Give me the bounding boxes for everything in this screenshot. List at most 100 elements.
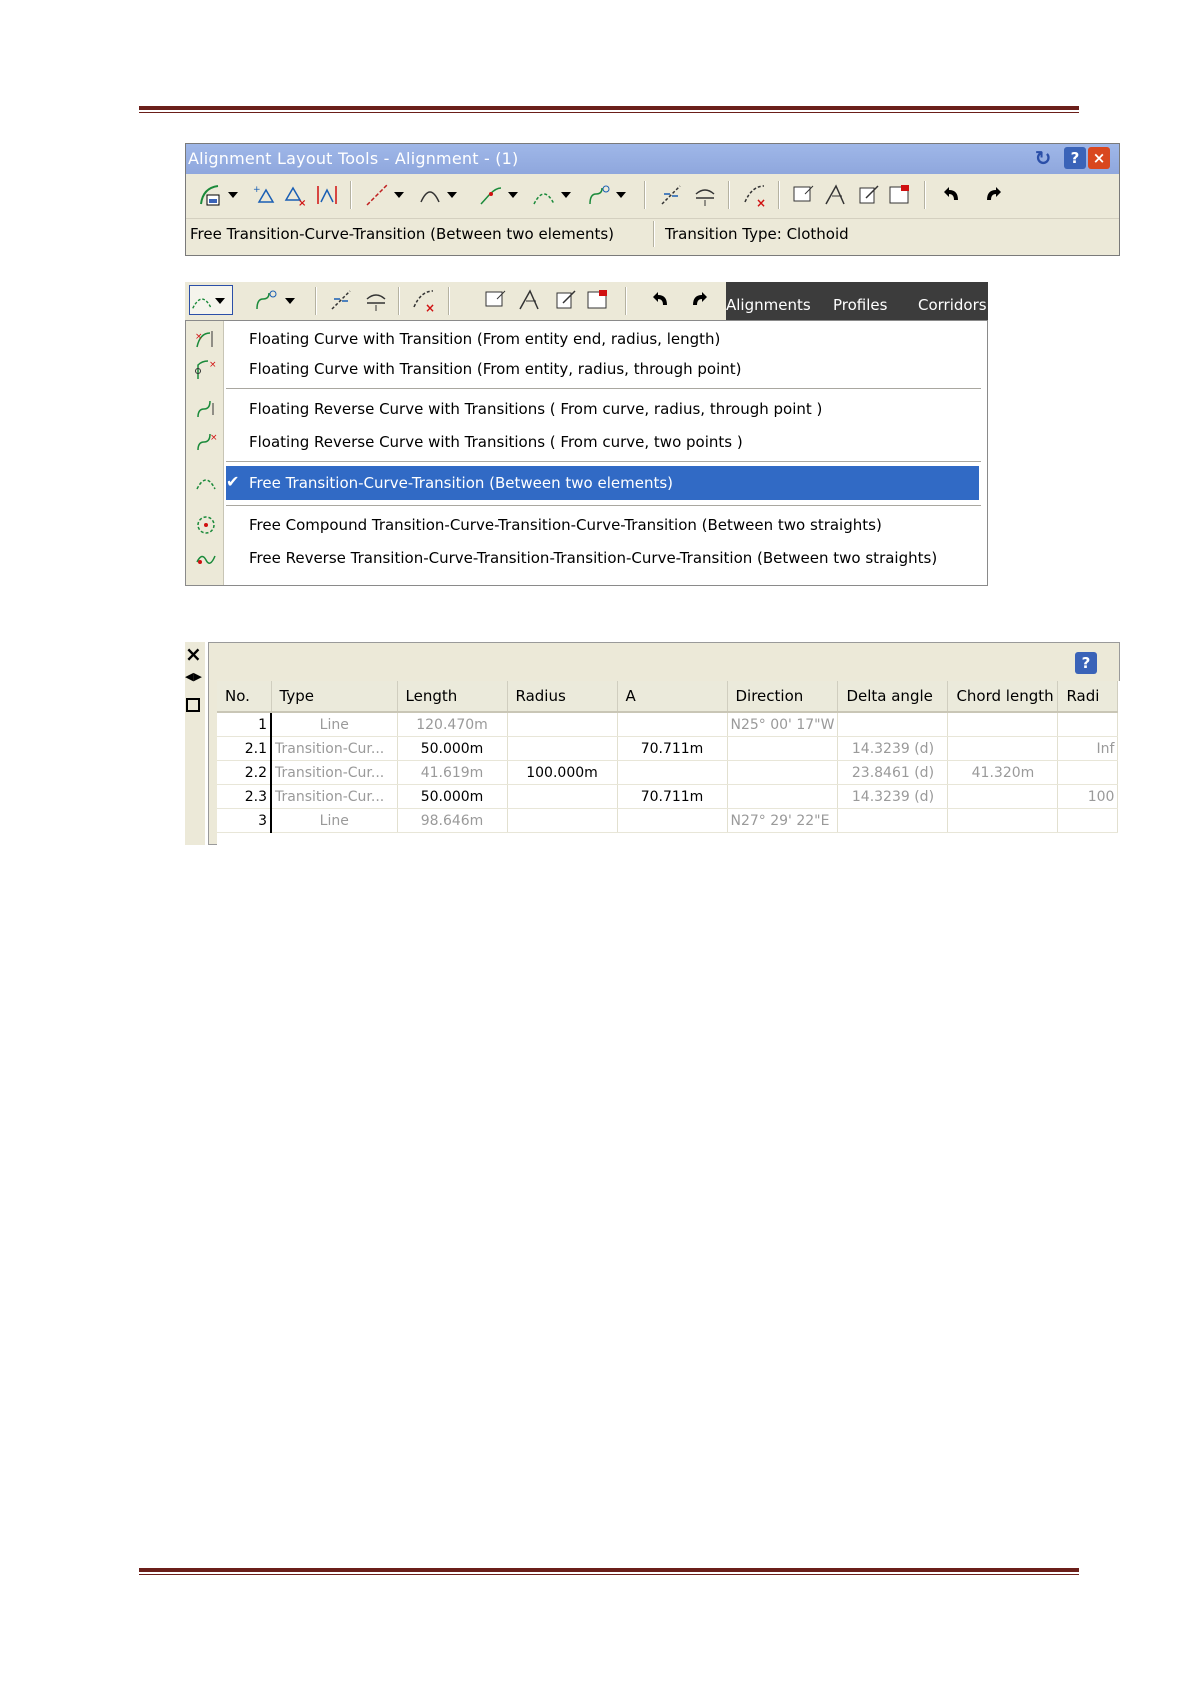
redo-icon[interactable] [685, 287, 711, 313]
convert-icon[interactable] [658, 182, 684, 208]
help-button[interactable]: ? [1064, 147, 1086, 169]
cell-radius[interactable] [507, 712, 618, 737]
reverse-curve-icon[interactable] [253, 287, 279, 313]
cell-radius-2[interactable]: 100 [1057, 784, 1119, 809]
cell-delta-angle[interactable] [837, 808, 949, 833]
cell-direction[interactable]: N27° 29' 22"E [727, 808, 839, 833]
col-type[interactable]: Type [271, 681, 398, 713]
cell-chord-length[interactable]: 41.320m [947, 760, 1059, 785]
chevron-down-icon[interactable] [394, 192, 404, 198]
cell-direction[interactable] [727, 736, 839, 761]
curve-icon[interactable] [417, 182, 443, 208]
cell-radius[interactable] [507, 784, 618, 809]
close-icon[interactable]: × [185, 642, 202, 666]
line-curve-icon[interactable] [478, 182, 504, 208]
alignment-properties-icon[interactable] [198, 182, 224, 208]
table-row[interactable]: 1 Line 120.470m N25° 00' 17"W [217, 712, 1119, 737]
reverse-subentity-icon[interactable] [363, 287, 389, 313]
col-length[interactable]: Length [397, 681, 508, 713]
table-row[interactable]: 2.2 Transition-Cur... 41.619m 100.000m 2… [217, 760, 1119, 785]
alignment-grid-view-icon[interactable] [887, 182, 913, 208]
cell-direction[interactable]: N25° 00' 17"W [727, 712, 839, 737]
cell-length[interactable]: 50.000m [397, 784, 508, 809]
cell-radius-2[interactable]: Inf [1057, 736, 1119, 761]
undo-icon[interactable] [649, 287, 675, 313]
chevron-down-icon[interactable] [285, 298, 295, 304]
delete-pi-icon[interactable]: × [282, 182, 308, 209]
cell-radius-2[interactable] [1057, 760, 1119, 785]
table-row[interactable]: 3 Line 98.646m N27° 29' 22"E [217, 808, 1119, 833]
cell-direction[interactable] [727, 760, 839, 785]
col-direction[interactable]: Direction [727, 681, 839, 713]
cell-length[interactable]: 50.000m [397, 736, 508, 761]
cell-length[interactable]: 98.646m [397, 808, 508, 833]
cell-a[interactable] [617, 712, 728, 737]
delete-subentity-icon[interactable]: × [411, 287, 437, 315]
title-bar[interactable]: Alignment Layout Tools - Alignment - (1)… [186, 144, 1119, 174]
cell-delta-angle[interactable] [837, 712, 949, 737]
col-radius-2[interactable]: Radi [1057, 681, 1119, 713]
table-row[interactable]: 2.3 Transition-Cur... 50.000m 70.711m 14… [217, 784, 1119, 809]
break-apart-pi-icon[interactable] [314, 182, 340, 208]
chevron-down-icon[interactable] [508, 192, 518, 198]
menu-item-floating-reverse-radius-point[interactable]: Floating Reverse Curve with Transitions … [186, 394, 987, 424]
col-a[interactable]: A [617, 681, 728, 713]
refresh-icon[interactable]: ↻ [1032, 147, 1054, 169]
edit-best-fit-icon[interactable] [791, 182, 817, 208]
help-button[interactable]: ? [1075, 652, 1097, 674]
tab-corridors[interactable]: Corridors [918, 296, 987, 314]
reverse-curve-icon[interactable] [586, 182, 612, 208]
convert-icon[interactable] [328, 287, 354, 313]
cell-radius[interactable]: 100.000m [507, 760, 618, 785]
edit-best-fit-icon[interactable] [483, 287, 509, 313]
cell-a[interactable]: 70.711m [617, 784, 728, 809]
undo-icon[interactable] [940, 182, 966, 208]
auto-hide-icon[interactable]: ◀▶ [185, 670, 202, 683]
chevron-down-icon[interactable] [228, 192, 238, 198]
cell-delta-angle[interactable]: 14.3239 (d) [837, 784, 949, 809]
cell-length[interactable]: 120.470m [397, 712, 508, 737]
cell-direction[interactable] [727, 784, 839, 809]
menu-item-free-transition-curve-transition[interactable]: ✔ Free Transition-Curve-Transition (Betw… [186, 466, 987, 500]
transition-curve-split-button[interactable] [189, 285, 233, 315]
tab-alignments[interactable]: Alignments [726, 296, 811, 314]
chevron-down-icon[interactable] [447, 192, 457, 198]
menu-item-floating-reverse-two-points[interactable]: × Floating Reverse Curve with Transition… [186, 427, 987, 457]
col-radius[interactable]: Radius [507, 681, 618, 713]
cell-radius[interactable] [507, 736, 618, 761]
pick-subentity-icon[interactable] [822, 182, 848, 208]
cell-delta-angle[interactable]: 23.8461 (d) [837, 760, 949, 785]
tangent-icon[interactable] [364, 182, 390, 208]
delete-subentity-icon[interactable]: × [742, 182, 768, 210]
menu-item-free-reverse[interactable]: Free Reverse Transition-Curve-Transition… [186, 543, 987, 573]
cell-radius[interactable] [507, 808, 618, 833]
cell-chord-length[interactable] [947, 712, 1059, 737]
cell-chord-length[interactable] [947, 736, 1059, 761]
col-delta-angle[interactable]: Delta angle [837, 681, 949, 713]
cell-chord-length[interactable] [947, 784, 1059, 809]
cell-a[interactable] [617, 760, 728, 785]
insert-pi-icon[interactable]: + [251, 182, 277, 208]
redo-icon[interactable] [979, 182, 1005, 208]
cell-a[interactable] [617, 808, 728, 833]
cell-radius-2[interactable] [1057, 808, 1119, 833]
subentity-editor-icon[interactable] [856, 182, 882, 208]
subentity-editor-icon[interactable] [553, 287, 579, 313]
menu-item-floating-curve-through-point[interactable]: × Floating Curve with Transition (From e… [186, 354, 987, 384]
menu-item-floating-curve-end-radius-length[interactable]: × Floating Curve with Transition (From e… [186, 324, 987, 354]
cell-a[interactable]: 70.711m [617, 736, 728, 761]
col-chord-length[interactable]: Chord length [947, 681, 1059, 713]
cell-radius-2[interactable] [1057, 712, 1119, 737]
reverse-subentity-icon[interactable] [692, 182, 718, 208]
pick-subentity-icon[interactable] [516, 287, 542, 313]
chevron-down-icon[interactable] [215, 298, 225, 304]
chevron-down-icon[interactable] [616, 192, 626, 198]
alignment-grid-view-icon[interactable] [585, 287, 611, 313]
tab-profiles[interactable]: Profiles [833, 296, 887, 314]
chevron-down-icon[interactable] [561, 192, 571, 198]
properties-icon[interactable] [186, 698, 200, 712]
close-button[interactable]: × [1088, 147, 1110, 169]
cell-delta-angle[interactable]: 14.3239 (d) [837, 736, 949, 761]
cell-chord-length[interactable] [947, 808, 1059, 833]
cell-length[interactable]: 41.619m [397, 760, 508, 785]
